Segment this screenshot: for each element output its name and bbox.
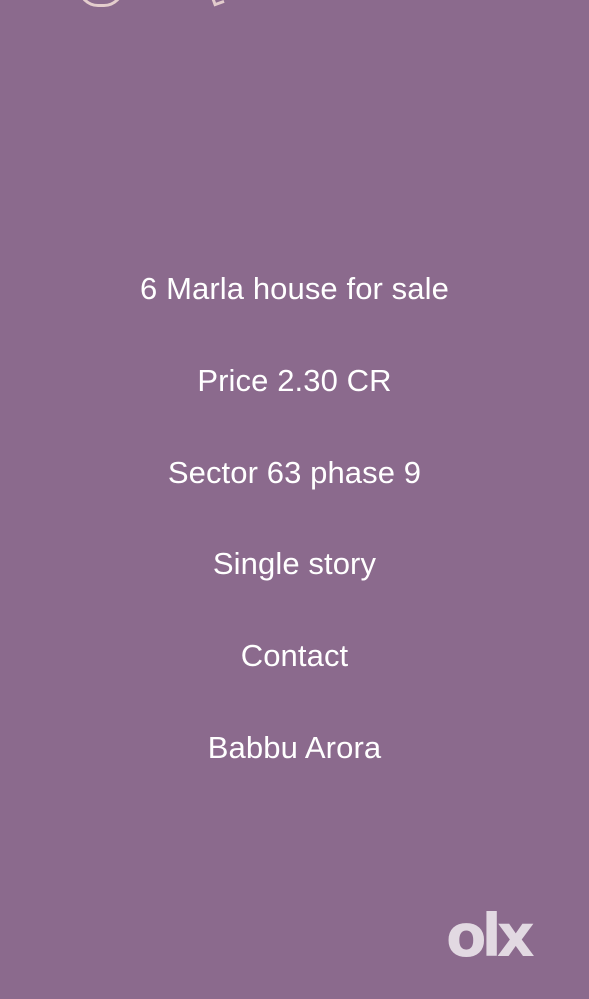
olx-logo-text: olx bbox=[446, 901, 535, 970]
ad-line-location: Sector 63 phase 9 bbox=[167, 454, 422, 490]
status-partial-icon bbox=[78, 0, 124, 7]
ad-line-type: Single story bbox=[212, 546, 377, 582]
ad-line-title: 6 Marla house for sale bbox=[140, 271, 449, 306]
ad-line-price: Price 2.30 CR bbox=[197, 362, 392, 398]
ad-line-contact-label: Contact bbox=[240, 638, 349, 674]
olx-logo: olx bbox=[446, 901, 556, 970]
status-partial-mark bbox=[210, 0, 225, 7]
ad-line-contact-name: Babbu Arora bbox=[207, 729, 382, 765]
ad-text-block: 6 Marla house for sale Price 2.30 CR Sec… bbox=[0, 272, 589, 823]
